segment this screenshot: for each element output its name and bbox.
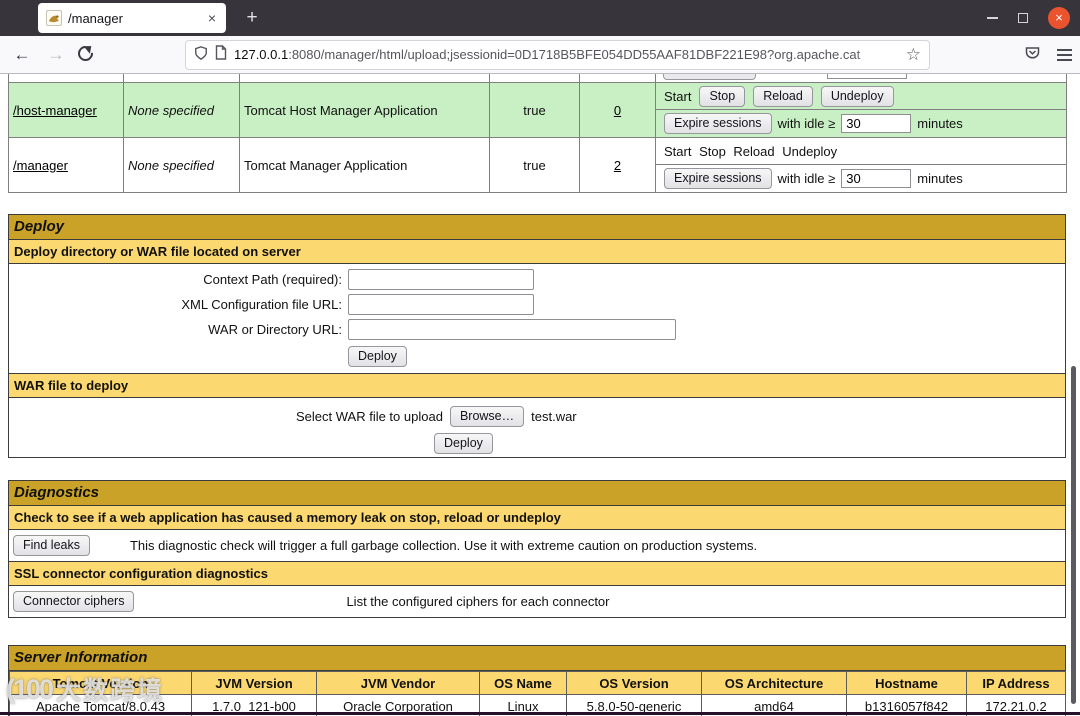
deploy-form: Context Path (required): XML Configurati… xyxy=(9,264,1065,374)
window-bottom-edge xyxy=(0,712,1080,715)
tomcat-favicon-icon xyxy=(46,10,62,26)
partial-idle-input[interactable] xyxy=(827,74,907,79)
server-info-section: Server Information Tomcat Version JVM Ve… xyxy=(8,645,1066,716)
browse-button[interactable]: Browse… xyxy=(449,406,525,427)
find-leaks-row: Find leaks This diagnostic check will tr… xyxy=(9,530,1065,562)
war-upload-subtitle: WAR file to deploy xyxy=(9,374,1065,398)
app-display-name: Tomcat Manager Application xyxy=(239,137,490,193)
forward-button: → xyxy=(47,45,65,64)
col-hostname: Hostname xyxy=(846,671,967,695)
col-os-architecture: OS Architecture xyxy=(701,671,847,695)
browser-titlebar: /manager × + × xyxy=(0,0,1080,36)
deploy-title: Deploy xyxy=(9,215,1065,240)
table-row-manager: /manager None specified Tomcat Manager A… xyxy=(8,137,1067,193)
expire-sessions-button[interactable]: Expire sessions xyxy=(664,168,772,189)
server-info-title: Server Information xyxy=(9,646,1065,671)
context-path-input[interactable] xyxy=(348,269,534,290)
minutes-label: minutes xyxy=(917,171,963,186)
url-bar[interactable]: 127.0.0.1:8080/manager/html/upload;jsess… xyxy=(185,40,930,70)
find-leaks-description: This diagnostic check will trigger a ful… xyxy=(129,538,758,553)
url-fade xyxy=(853,46,899,64)
table-row-host-manager: /host-manager None specified Tomcat Host… xyxy=(8,82,1067,138)
diagnostics-section: Diagnostics Check to see if a web applic… xyxy=(8,480,1066,618)
select-war-label: Select WAR file to upload xyxy=(296,409,443,424)
reload-app-button[interactable]: Reload xyxy=(753,85,813,107)
tomcat-manager-page: /host-manager None specified Tomcat Host… xyxy=(0,74,1080,716)
url-domain: 127.0.0.1 xyxy=(234,47,289,62)
page-scrollbar[interactable] xyxy=(1071,366,1076,704)
minutes-label: minutes xyxy=(917,116,963,131)
war-url-label: WAR or Directory URL: xyxy=(208,322,342,337)
xml-config-input[interactable] xyxy=(348,294,534,315)
url-path: :8080/manager/html/upload;jsessionid=0D1… xyxy=(288,47,861,62)
col-os-name: OS Name xyxy=(479,671,567,695)
app-version: None specified xyxy=(123,137,240,193)
window-maximize-button[interactable] xyxy=(1018,13,1028,23)
window-close-button[interactable]: × xyxy=(1048,7,1070,29)
connector-ciphers-row: Connector ciphers List the configured ci… xyxy=(9,586,1065,617)
diagnostics-title: Diagnostics xyxy=(9,481,1065,506)
new-tab-button[interactable]: + xyxy=(240,6,264,30)
back-button[interactable]: ← xyxy=(10,43,34,67)
tab-close-icon[interactable]: × xyxy=(206,10,218,26)
connector-ciphers-button[interactable]: Connector ciphers xyxy=(13,591,135,612)
col-jvm-version: JVM Version xyxy=(191,671,317,695)
war-url-input[interactable] xyxy=(348,319,676,340)
app-version: None specified xyxy=(123,82,240,138)
connector-ciphers-description: List the configured ciphers for each con… xyxy=(346,594,610,609)
deploy-section: Deploy Deploy directory or WAR file loca… xyxy=(8,214,1066,458)
partial-expire-button[interactable] xyxy=(663,74,756,80)
browser-tab[interactable]: /manager × xyxy=(38,3,226,33)
menu-hamburger-icon[interactable] xyxy=(1057,46,1072,64)
stop-button[interactable]: Stop xyxy=(699,85,746,107)
start-label: Start xyxy=(664,88,692,104)
deploy-button[interactable]: Deploy xyxy=(348,346,407,367)
app-link-manager[interactable]: /manager xyxy=(13,158,68,173)
col-os-version: OS Version xyxy=(566,671,702,695)
table-row-partial xyxy=(8,74,1067,83)
xml-config-label: XML Configuration file URL: xyxy=(181,297,342,312)
page-info-icon[interactable] xyxy=(215,45,227,65)
memory-leak-subtitle: Check to see if a web application has ca… xyxy=(9,506,1065,530)
url-text: 127.0.0.1:8080/manager/html/upload;jsess… xyxy=(234,46,899,64)
app-sessions-link[interactable]: 0 xyxy=(614,103,621,118)
app-sessions-link[interactable]: 2 xyxy=(614,158,621,173)
idle-label: with idle ≥ xyxy=(777,171,836,186)
idle-label: with idle ≥ xyxy=(777,116,836,131)
tab-title: /manager xyxy=(68,10,123,26)
selected-file-name: test.war xyxy=(531,409,577,424)
col-jvm-vendor: JVM Vendor xyxy=(316,671,480,695)
deploy-server-subtitle: Deploy directory or WAR file located on … xyxy=(9,240,1065,264)
idle-minutes-input[interactable] xyxy=(841,114,912,133)
idle-minutes-input[interactable] xyxy=(841,169,912,188)
commands-disabled-label: Start Stop Reload Undeploy xyxy=(664,143,838,159)
tracking-shield-icon[interactable] xyxy=(194,45,208,66)
upload-deploy-button[interactable]: Deploy xyxy=(434,433,493,454)
server-info-table: Tomcat Version JVM Version JVM Vendor OS… xyxy=(9,671,1066,716)
context-path-label: Context Path (required): xyxy=(203,272,342,287)
col-ip-address: IP Address xyxy=(966,671,1066,695)
pocket-icon[interactable] xyxy=(1024,45,1041,66)
reload-button[interactable] xyxy=(74,42,97,65)
app-running: true xyxy=(489,82,580,138)
server-info-header-row: Tomcat Version JVM Version JVM Vendor OS… xyxy=(9,671,1066,695)
bookmark-star-icon[interactable]: ☆ xyxy=(906,41,921,69)
col-tomcat-version: Tomcat Version xyxy=(9,671,192,695)
find-leaks-button[interactable]: Find leaks xyxy=(13,535,90,556)
war-upload-form: Select WAR file to upload Browse… test.w… xyxy=(9,398,1065,457)
expire-sessions-button[interactable]: Expire sessions xyxy=(664,113,772,134)
app-running: true xyxy=(489,137,580,193)
undeploy-button[interactable]: Undeploy xyxy=(820,85,894,107)
window-minimize-button[interactable] xyxy=(987,17,998,19)
applications-table: /host-manager None specified Tomcat Host… xyxy=(8,74,1067,193)
ssl-diagnostics-subtitle: SSL connector configuration diagnostics xyxy=(9,562,1065,586)
browser-toolbar: ← → 127.0.0.1:8080/manager/html/upload;j… xyxy=(0,36,1080,74)
app-display-name: Tomcat Host Manager Application xyxy=(239,82,490,138)
app-link-host-manager[interactable]: /host-manager xyxy=(13,103,97,118)
